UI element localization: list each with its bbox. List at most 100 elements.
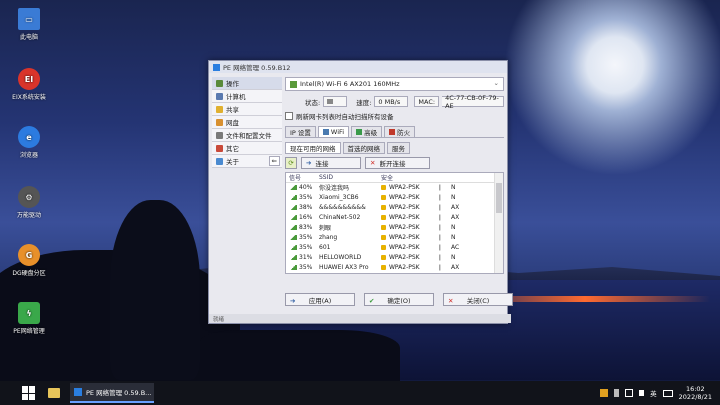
desktop-icon-driver[interactable]: ⚙ 万能驱动 <box>6 186 52 219</box>
signal-cell: 83% <box>286 224 319 231</box>
signal-value: 40% <box>299 184 313 192</box>
speed-value: 0 MB/s <box>374 96 409 107</box>
desktop-icon-label: 万能驱动 <box>16 212 41 219</box>
disconnect-button[interactable]: ✕ 断开连接 <box>365 157 430 169</box>
col-security[interactable]: 安全 <box>381 173 439 182</box>
signal-cell: 35% <box>286 194 319 201</box>
window-footer: ➔ 应用(A) ✔ 确定(O) ✕ 关闭(C) <box>285 293 513 306</box>
close-icon: ✕ <box>370 159 376 167</box>
taskbar-app-pe-network[interactable]: PE 网络管理 0.59.B... <box>70 383 154 403</box>
refresh-icon: ⟳ <box>288 159 294 167</box>
lock-icon <box>381 215 386 221</box>
col-ssid[interactable]: SSID <box>319 174 381 181</box>
wifi-subtabs: 现在可用的网络 首选的网络 服务 <box>285 142 504 154</box>
tab-label: 高级 <box>364 129 378 137</box>
refresh-button[interactable]: ⟳ <box>285 157 297 169</box>
sidebar-item-share[interactable]: 共享 <box>212 103 282 116</box>
tab-wifi[interactable]: WiFi <box>317 126 350 137</box>
table-scrollbar[interactable] <box>494 173 503 273</box>
table-row[interactable]: 35% zhang WPA2-PSK ǀ N <box>286 232 503 242</box>
connect-button[interactable]: ➔ 连接 <box>301 157 361 169</box>
refresh-scan-checkbox[interactable]: 刷新网卡列表时自动扫描所有设备 <box>285 111 504 121</box>
wifi-adapter-icon <box>290 80 297 88</box>
lock-icon <box>381 254 386 260</box>
taskbar: PE 网络管理 0.59.B... 英 16:02 2022/8/21 <box>0 381 720 405</box>
desktop-icon-dg[interactable]: G DG硬盘分区 <box>6 244 52 277</box>
security-cell: WPA2-PSK <box>381 234 439 241</box>
gear-icon: ⚙ <box>18 186 40 208</box>
tab-ip-settings[interactable]: IP 设置 <box>285 126 316 137</box>
ssid-cell: zhang <box>319 233 338 241</box>
lock-icon <box>381 234 386 240</box>
subtab-preferred[interactable]: 首选的网络 <box>342 142 385 154</box>
ok-button[interactable]: ✔ 确定(O) <box>364 293 434 306</box>
signal-cell: 35% <box>286 264 319 271</box>
apply-button[interactable]: ➔ 应用(A) <box>285 293 355 306</box>
start-button[interactable] <box>22 386 36 400</box>
signal-cell: 35% <box>286 234 319 241</box>
table-row[interactable]: 83% 刺眼 WPA2-PSK ǀ N <box>286 223 503 233</box>
table-row[interactable]: 38% &&&&&&&&&& WPA2-PSK ǀ AX <box>286 203 503 213</box>
eix-icon: EI <box>18 68 40 90</box>
ssid-cell: Xiaomi_3CB6 <box>319 194 359 202</box>
checkbox-label: 刷新网卡列表时自动扫描所有设备 <box>296 113 394 121</box>
keyboard-icon[interactable] <box>662 389 673 397</box>
checkbox[interactable] <box>285 112 293 120</box>
channel-cell: AX <box>451 263 460 271</box>
desktop-icon-label: EIX系统安装 <box>12 94 46 101</box>
usb-icon[interactable] <box>614 389 620 397</box>
ssid-cell: HELLOWORLD <box>319 253 362 261</box>
clock-date: 2022/8/21 <box>678 393 712 401</box>
lock-icon <box>381 244 386 250</box>
computer-icon <box>216 92 223 100</box>
monitor-icon[interactable] <box>600 389 609 397</box>
sidebar-item-label: 计算机 <box>226 93 246 101</box>
volume-icon[interactable] <box>639 390 645 396</box>
sidebar-item-file-config[interactable]: 文件和配置文件 <box>212 129 282 142</box>
clock[interactable]: 16:02 2022/8/21 <box>679 385 712 401</box>
sidebar-item-about[interactable]: 关于 ⇐ <box>212 155 282 168</box>
speed-label: 速度: <box>356 98 372 107</box>
operate-icon <box>216 79 223 87</box>
desktop-icon-browser[interactable]: e 浏览器 <box>6 126 52 159</box>
table-row[interactable]: 16% ChinaNet-502 WPA2-PSK ǀ AX <box>286 213 503 223</box>
subtab-service[interactable]: 服务 <box>387 142 410 154</box>
silhouette-figure <box>110 200 200 380</box>
security-value: WPA2-PSK <box>389 243 420 251</box>
sidebar-item-operate[interactable]: 操作 <box>212 77 282 90</box>
signal-strength-icon <box>289 185 297 191</box>
subtab-available[interactable]: 现在可用的网络 <box>285 142 341 154</box>
dg-icon: G <box>18 244 40 266</box>
scrollbar-thumb[interactable] <box>496 183 502 213</box>
table-row[interactable]: 35% HUAWEI AX3 Pro WPA2-PSK ǀ AX <box>286 262 503 272</box>
adapter-select[interactable]: Intel(R) Wi-Fi 6 AX201 160MHz ⌄ <box>285 77 504 91</box>
signal-strength-icon <box>289 205 297 211</box>
sidebar-item-netdisk[interactable]: 网盘 <box>212 116 282 129</box>
file-explorer-icon[interactable] <box>48 388 60 398</box>
tab-advanced[interactable]: 高级 <box>351 126 383 137</box>
wifi-icon <box>322 129 329 135</box>
table-row[interactable]: 40% 你没连我吗 WPA2-PSK ǀ N <box>286 183 503 193</box>
desktop-icon-this-pc[interactable]: ▭ 此电脑 <box>6 8 52 41</box>
ssid-cell: ChinaNet-502 <box>319 214 361 222</box>
table-row[interactable]: 35% 601 WPA2-PSK ǀ AC <box>286 242 503 252</box>
desktop-icon-pe-network[interactable]: ϟ PE网络管理 <box>6 302 52 335</box>
sidebar-item-computer[interactable]: 计算机 <box>212 90 282 103</box>
sidebar-item-other[interactable]: 其它 <box>212 142 282 155</box>
desktop-icon-eix[interactable]: EI EIX系统安装 <box>6 68 52 101</box>
close-button[interactable]: ✕ 关闭(C) <box>443 293 513 306</box>
app-logo-icon <box>213 63 220 71</box>
table-header: 信号 SSID 安全 <box>286 173 503 183</box>
window-titlebar[interactable]: PE 网络管理 0.59.B12 <box>209 61 507 73</box>
table-row[interactable]: 35% Xiaomi_3CB6 WPA2-PSK ǀ N <box>286 193 503 203</box>
collapse-arrow-icon[interactable]: ⇐ <box>268 156 280 166</box>
status-row: 状态: 速度: 0 MB/s MAC: 4C-77-CB-0F-79-AE <box>285 94 504 110</box>
col-signal[interactable]: 信号 <box>286 173 319 182</box>
table-row[interactable]: 31% HELLOWORLD WPA2-PSK ǀ N <box>286 252 503 262</box>
network-tray-icon[interactable] <box>625 389 634 397</box>
adapter-name: Intel(R) Wi-Fi 6 AX201 160MHz <box>300 80 400 88</box>
tab-firewall[interactable]: 防火 <box>384 126 416 137</box>
status-icon: ǀ <box>439 233 441 241</box>
ime-indicator[interactable]: 英 <box>650 388 657 398</box>
channel-cell: N <box>451 194 456 202</box>
